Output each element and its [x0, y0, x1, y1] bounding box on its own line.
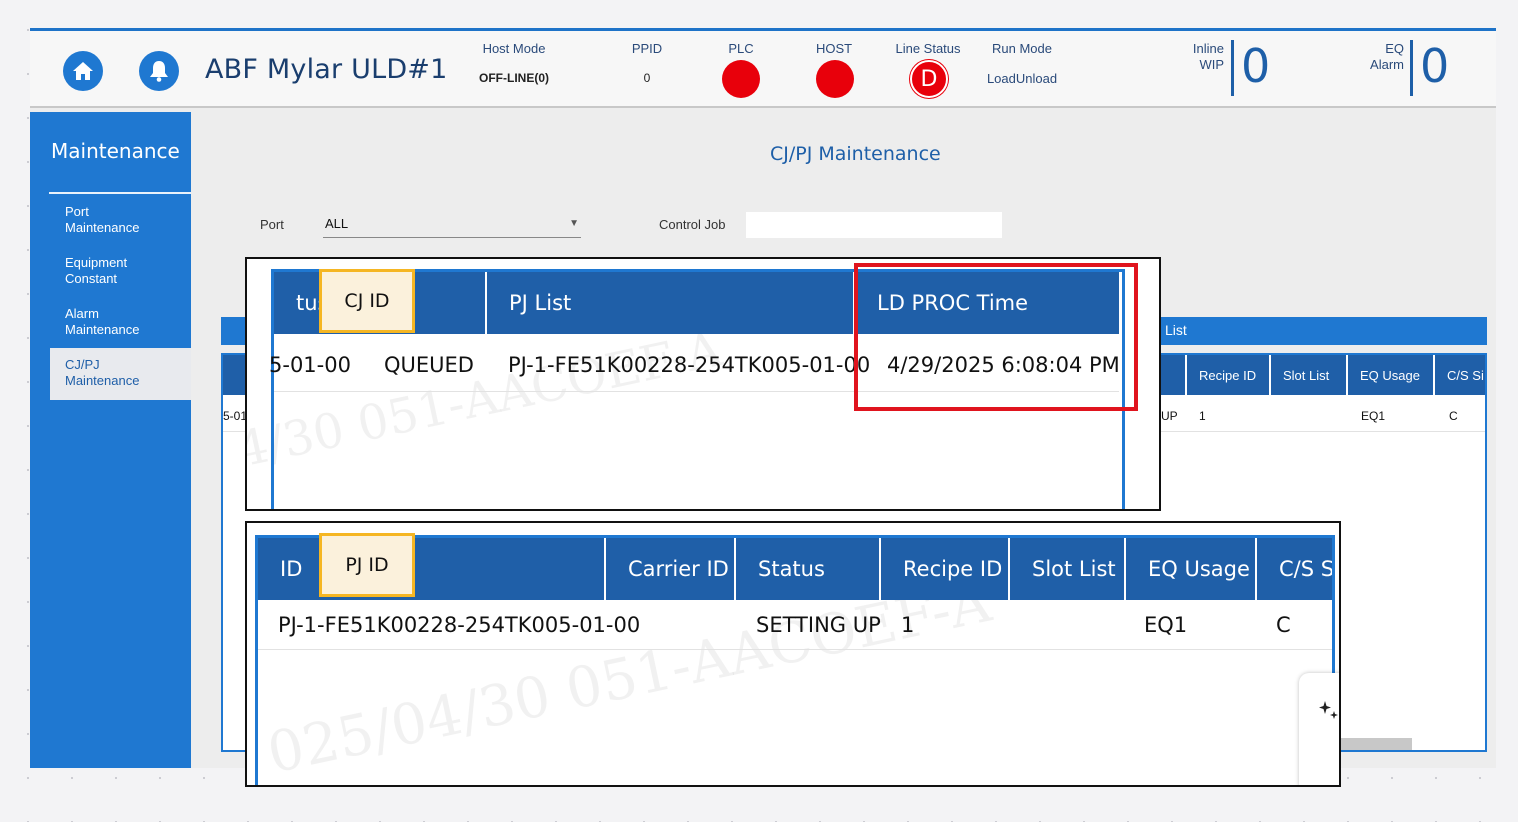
pj-id-callout: PJ ID: [319, 533, 415, 597]
status-bar: ABF Mylar ULD#1 Host Mode OFF-LINE(0) PP…: [30, 28, 1496, 108]
notifications-button[interactable]: [139, 51, 179, 91]
pj-table-zoom-inset: 025/04/30 051-AACOEF-A ID Carrier ID Sta…: [245, 521, 1341, 787]
column-header-carrier-id[interactable]: Carrier ID: [606, 538, 736, 600]
sidebar-item-equipment-constant[interactable]: Equipment Constant: [50, 246, 191, 298]
column-header-eq-usage[interactable]: EQ Usage: [1348, 355, 1435, 395]
inline-wip-label: Inline WIP: [1192, 41, 1224, 72]
column-header-slot-list[interactable]: Slot List: [1271, 355, 1348, 395]
column-header-cs[interactable]: C/S Si: [1435, 355, 1485, 395]
column-header-recipe-id[interactable]: Recipe ID: [881, 538, 1010, 600]
sparkle-icon: [1319, 701, 1338, 719]
pj-status-cell: SETTING UP: [756, 613, 881, 637]
sidebar-divider: [49, 192, 191, 194]
eq-usage-cell: EQ1: [1144, 613, 1188, 637]
bell-icon: [150, 61, 168, 82]
column-header-status[interactable]: Status: [736, 538, 881, 600]
run-mode-value: LoadUnload: [986, 71, 1058, 86]
table-cell: C: [1449, 409, 1458, 423]
control-job-label: Control Job: [659, 217, 726, 232]
app-title: ABF Mylar ULD#1: [205, 54, 448, 85]
eq-alarm-label: EQ Alarm: [1370, 41, 1404, 72]
eq-alarm-divider: [1410, 40, 1413, 96]
sidebar: Maintenance Port Maintenance Equipment Con…: [30, 112, 191, 768]
run-mode-label: Run Mode: [992, 41, 1052, 56]
page-title: CJ/PJ Maintenance: [770, 143, 941, 165]
port-label: Port: [260, 217, 284, 232]
plc-label: PLC: [728, 41, 754, 56]
highlight-box: [854, 263, 1138, 411]
row-divider: [258, 649, 1332, 650]
table-cell: 1: [1199, 409, 1206, 423]
ppid-label: PPID: [631, 41, 663, 56]
column-header-recipe-id[interactable]: Recipe ID: [1187, 355, 1271, 395]
pj-list-cell: PJ-1-FE51K00228-254TK005-01-00: [508, 353, 871, 377]
sidebar-item-cjpj-maintenance[interactable]: CJ/PJ Maintenance: [50, 348, 191, 400]
host-status-indicator: [816, 60, 854, 98]
cj-id-callout: CJ ID: [319, 269, 415, 333]
sidebar-item-port-maintenance[interactable]: Port Maintenance: [50, 195, 191, 247]
pj-id-cell: PJ-1-FE51K00228-254TK005-01-00: [278, 613, 641, 637]
cs-cell: C: [1276, 613, 1291, 637]
line-status-indicator: D: [910, 60, 948, 98]
table-cell: 5-01: [223, 409, 248, 423]
ppid-value: 0: [643, 71, 651, 85]
host-mode-value: OFF-LINE(0): [479, 71, 549, 85]
host-mode-label: Host Mode: [482, 41, 546, 56]
inline-wip-value: 0: [1241, 39, 1271, 93]
horizontal-scrollbar[interactable]: [1336, 738, 1412, 750]
table-cell: EQ1: [1361, 409, 1386, 423]
home-button[interactable]: [63, 51, 103, 91]
column-header-pj-list[interactable]: PJ List: [487, 272, 855, 334]
control-job-input[interactable]: [746, 212, 1002, 238]
host-label: HOST: [815, 41, 853, 56]
line-status-label: Line Status: [895, 41, 961, 56]
column-header-eq-usage[interactable]: EQ Usage: [1126, 538, 1257, 600]
eq-alarm-value: 0: [1420, 39, 1450, 93]
recipe-id-cell: 1: [901, 613, 915, 637]
cj-table-zoom-inset: 2025/04/30 051-AACOEF-A tus PJ List LD P…: [245, 257, 1161, 511]
sidebar-item-alarm-maintenance[interactable]: Alarm Maintenance: [50, 297, 191, 349]
cj-id-cell: 5-01-00: [269, 353, 351, 377]
inline-wip-divider: [1231, 40, 1234, 96]
column-header-pj-id[interactable]: ID: [258, 538, 606, 600]
column-header-slot-list[interactable]: Slot List: [1010, 538, 1126, 600]
sidebar-heading: Maintenance: [51, 139, 180, 163]
plc-status-indicator: [722, 60, 760, 98]
home-icon: [73, 62, 93, 80]
port-select[interactable]: ALL ▼: [323, 211, 581, 238]
floating-tool-panel[interactable]: [1299, 673, 1339, 785]
cj-status-cell: QUEUED: [384, 353, 474, 377]
chevron-down-icon: ▼: [569, 218, 579, 229]
table-cell: UP: [1161, 409, 1178, 423]
column-header-cs[interactable]: C/S Si: [1257, 538, 1332, 600]
